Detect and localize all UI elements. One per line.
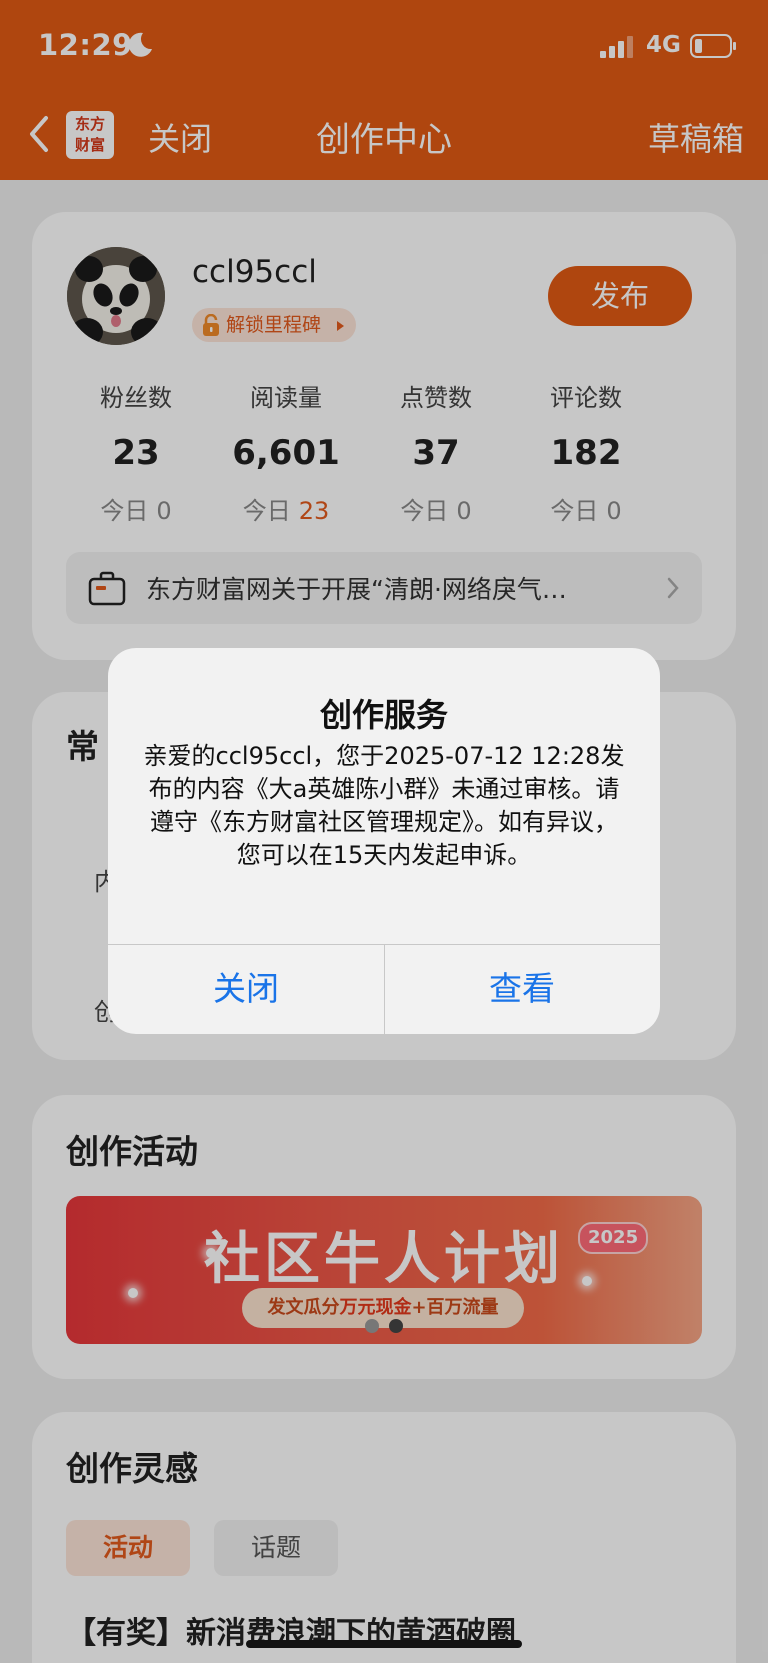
dialog-close-button[interactable]: 关闭 — [108, 944, 384, 1034]
home-indicator[interactable] — [246, 1640, 522, 1648]
dialog-message: 亲爱的ccl95ccl，您于2025-07-12 12:28发布的内容《大a英雄… — [143, 742, 625, 869]
dialog-view-button[interactable]: 查看 — [384, 944, 660, 1034]
review-alert-dialog: 创作服务 亲爱的ccl95ccl，您于2025-07-12 12:28发布的内容… — [108, 648, 660, 1034]
dialog-title: 创作服务 — [319, 696, 448, 734]
